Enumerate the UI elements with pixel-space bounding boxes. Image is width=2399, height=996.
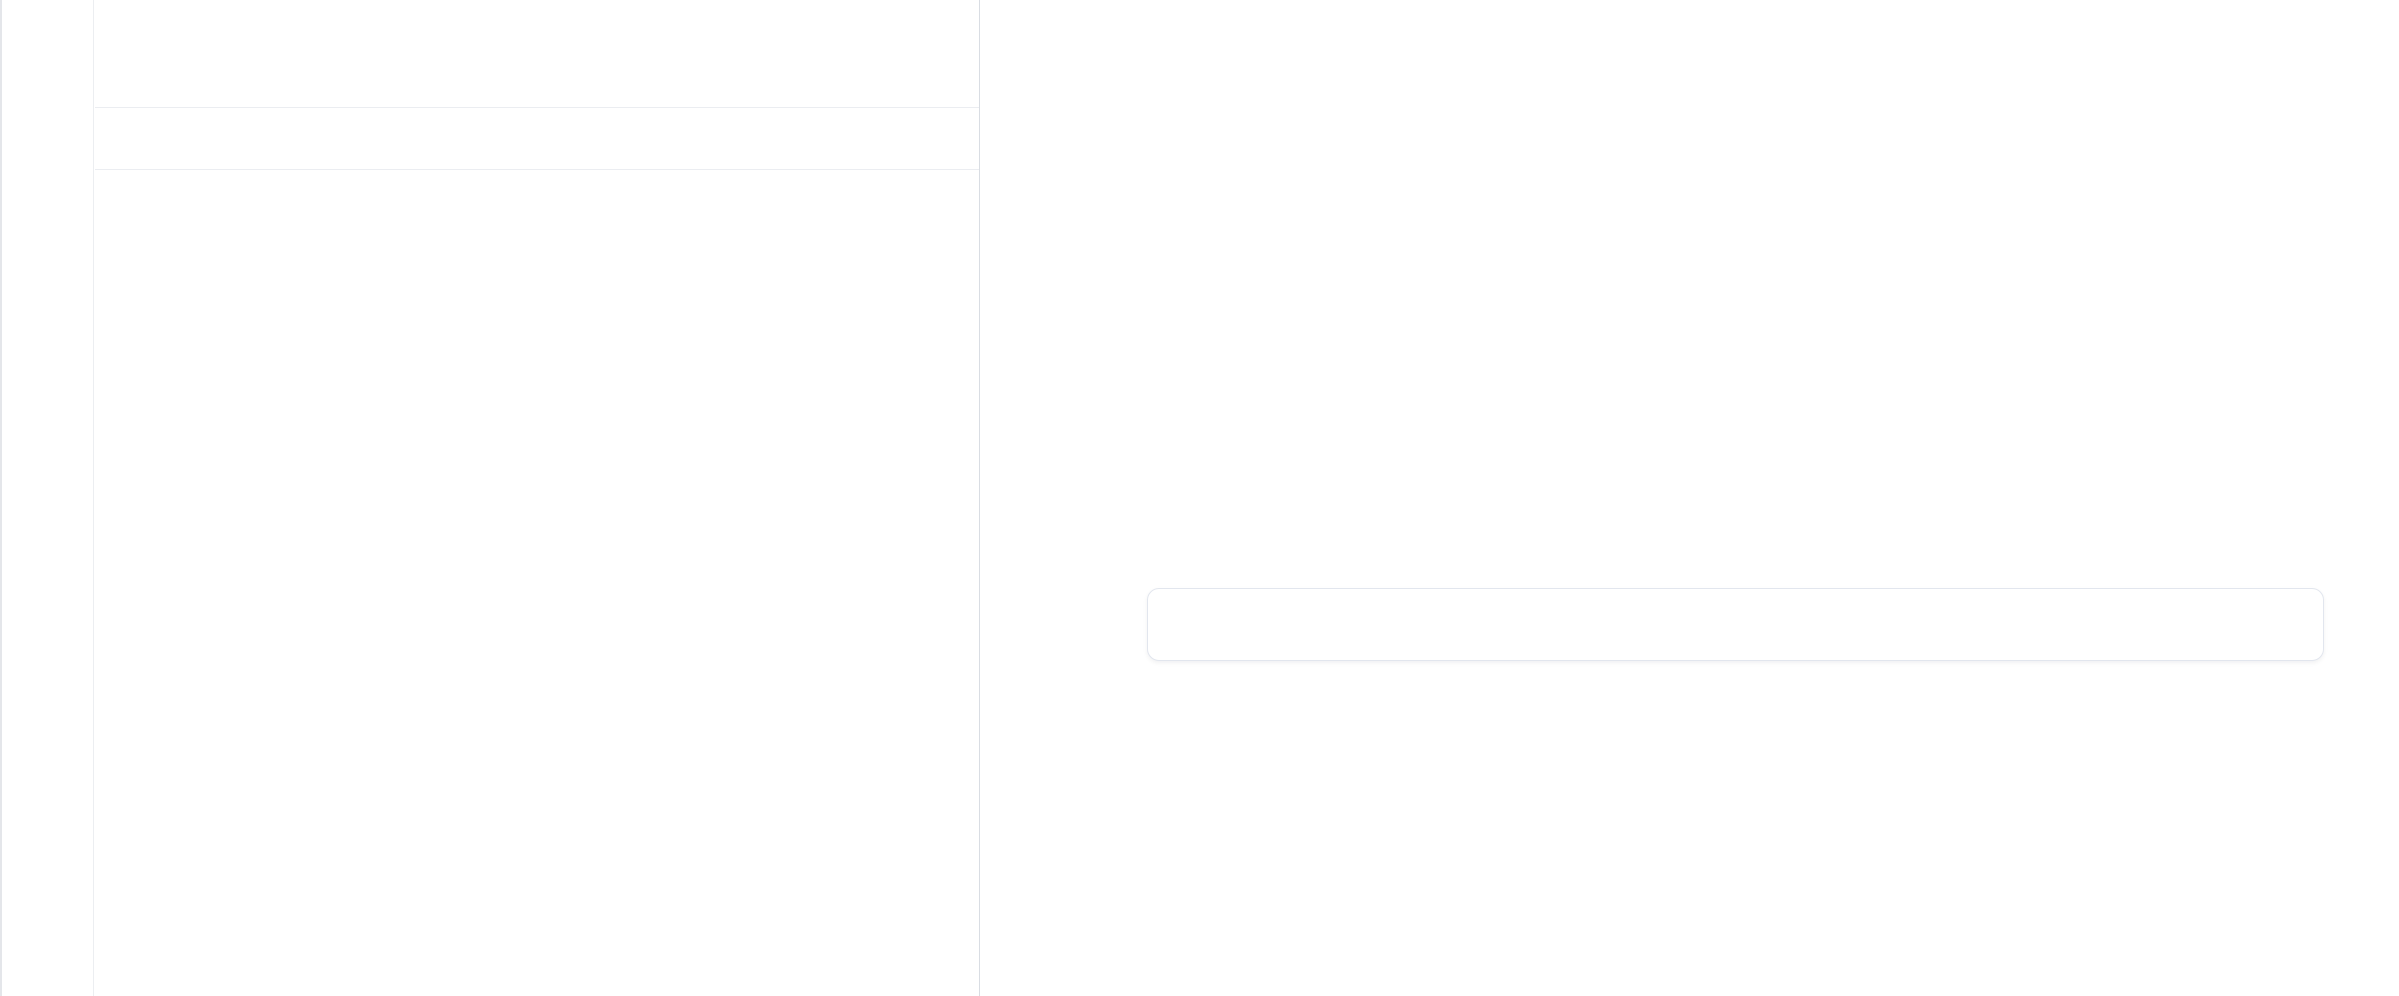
notebook-area [980,0,2399,996]
search-input[interactable] [139,124,959,153]
add-cell-button-group [1147,588,2324,661]
search-row [95,108,979,170]
datasources-panel [95,0,980,996]
marimo-app [0,0,2399,996]
datasources-header [95,0,979,108]
activity-bar [2,0,94,996]
close-panel-button[interactable] [909,34,949,74]
